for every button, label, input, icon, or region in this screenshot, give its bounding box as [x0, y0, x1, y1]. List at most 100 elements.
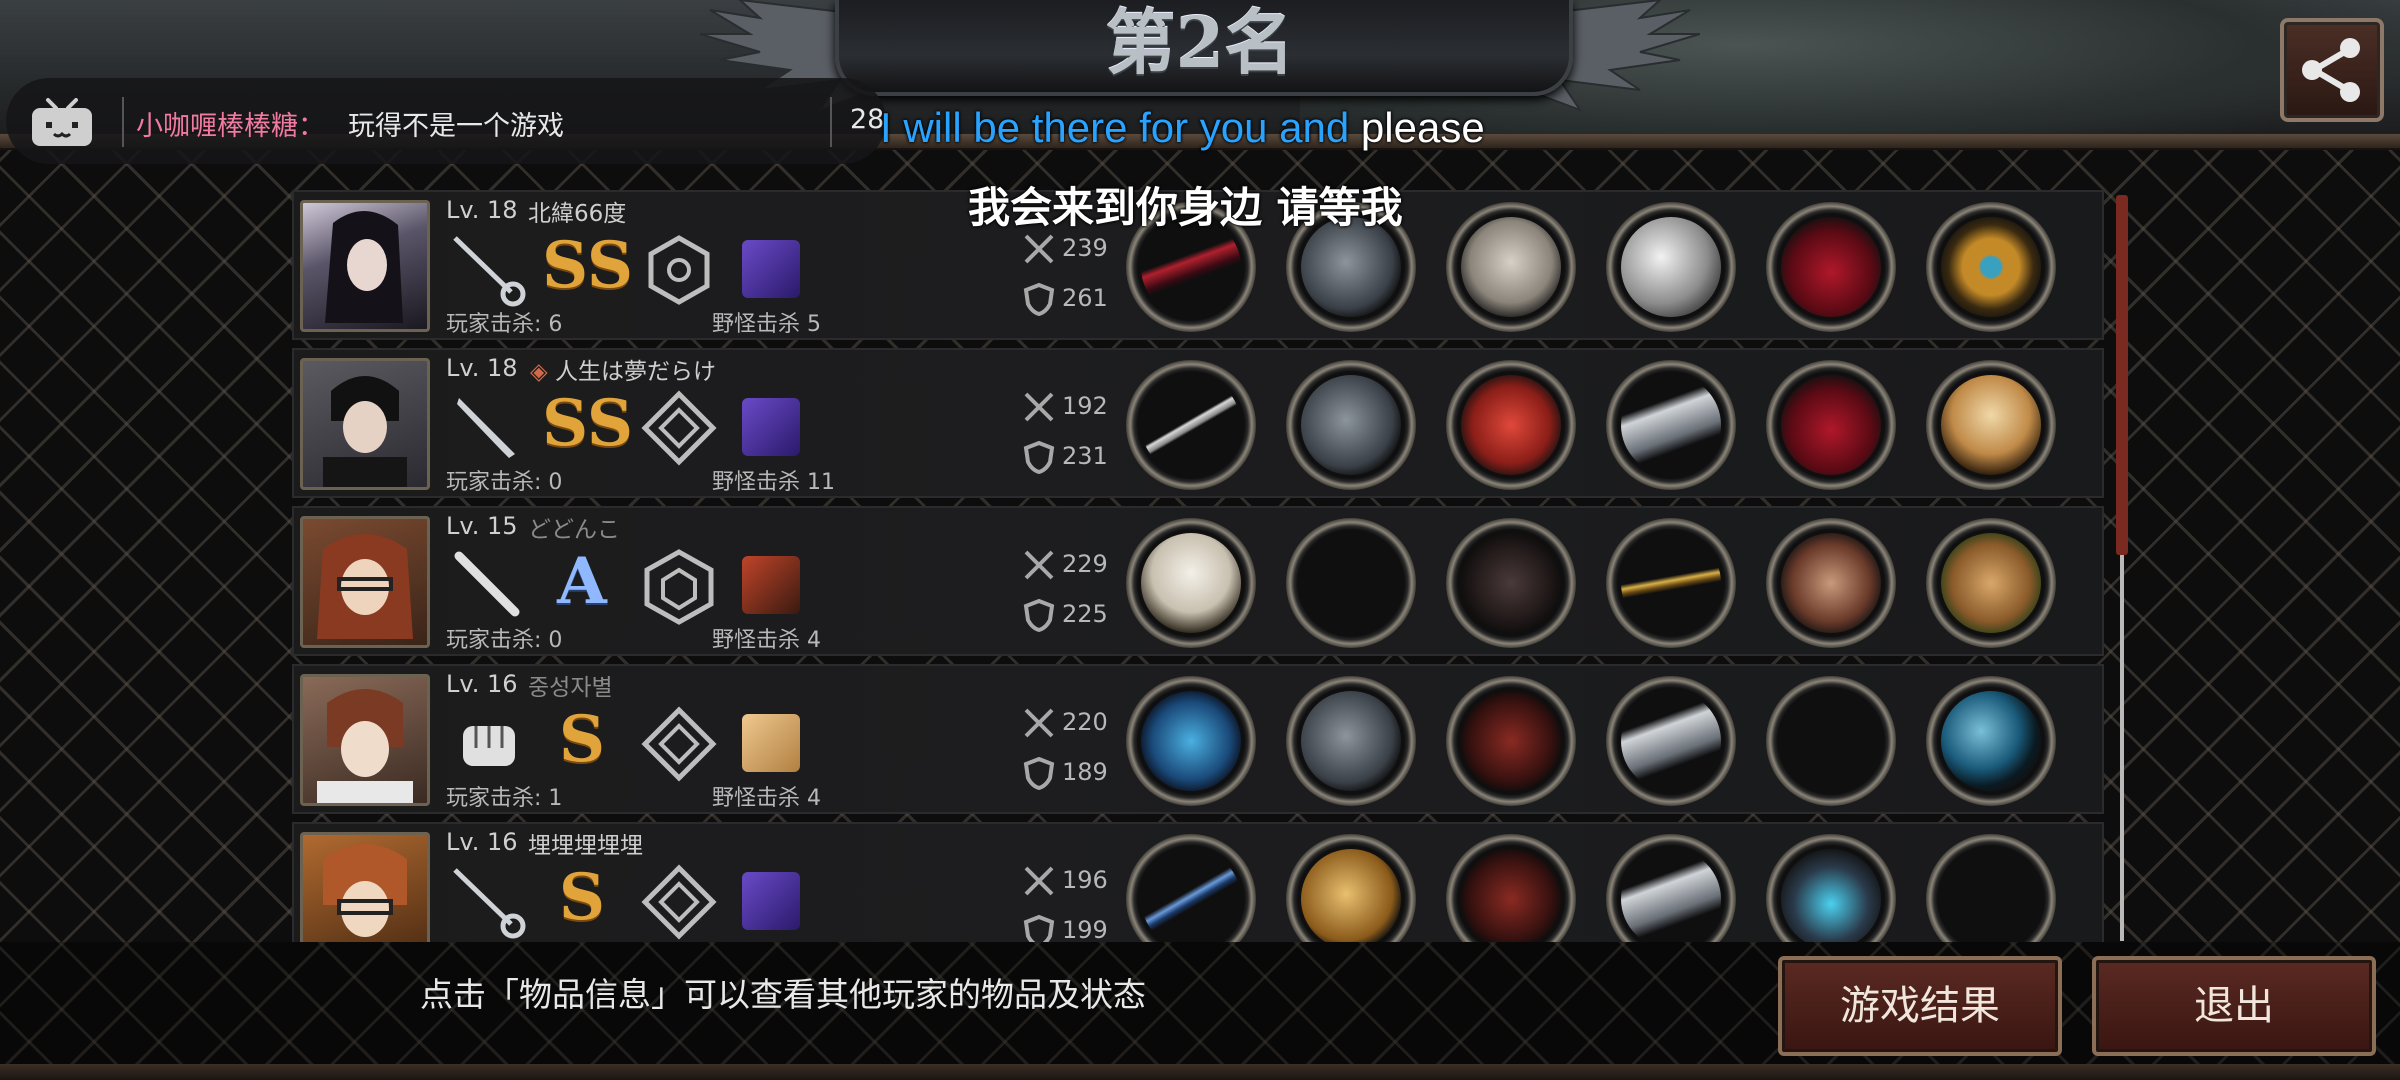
red-armor-item [1461, 849, 1561, 942]
item-slot[interactable] [1286, 360, 1416, 490]
rank-badge-icon: ◈ [530, 359, 555, 385]
item-slot[interactable] [1606, 202, 1736, 332]
crossed-swords-icon [1024, 550, 1054, 580]
item-slot[interactable] [1926, 676, 2056, 806]
item-slot[interactable] [1606, 360, 1736, 490]
trident-item [1141, 849, 1241, 942]
monster-kills: 野怪击杀 11 [712, 470, 835, 495]
bat-icon [454, 551, 520, 617]
player-row[interactable]: Lv. 15 どどんこ A 玩家击杀: 0 野怪击杀 4 229 225 [292, 506, 2104, 656]
red-armor-item [1461, 691, 1561, 791]
item-slot[interactable] [1126, 676, 1256, 806]
hand-fan-item [1941, 375, 2041, 475]
item-slot[interactable] [1766, 360, 1896, 490]
player-row[interactable]: Lv. 16 埋埋埋埋埋 S 196 199 [292, 822, 2104, 942]
rank-title: 第2名 [1105, 1, 1295, 84]
katana-item [1141, 375, 1241, 475]
danmaku-message: 玩得不是一个游戏 [348, 111, 564, 142]
item-slot[interactable] [1926, 518, 2056, 648]
share-button[interactable] [2280, 18, 2384, 122]
red-heels-item [1781, 375, 1881, 475]
crossed-swords-icon [1024, 708, 1054, 738]
monster-icon [742, 398, 800, 456]
attack-stat: 229 [1062, 550, 1108, 578]
player-list[interactable]: Lv. 18 北緯66度 SS 玩家击杀: 6 野怪击杀 5 239 261 L… [292, 190, 2104, 942]
game-result-button[interactable]: 游戏结果 [1778, 956, 2062, 1056]
gold-earrings-item [1941, 217, 2041, 317]
item-slot[interactable] [1446, 676, 1576, 806]
danmaku-divider [122, 97, 124, 147]
item-slot[interactable] [1446, 202, 1576, 332]
knight-helmet-item [1301, 375, 1401, 475]
item-slot[interactable] [1286, 676, 1416, 806]
crossed-swords-icon [1024, 234, 1054, 264]
steel-bracer-item [1621, 375, 1721, 475]
item-slot[interactable] [1606, 834, 1736, 942]
monster-icon [742, 714, 800, 772]
red-jacket-item [1461, 375, 1561, 475]
player-grade: SS [542, 386, 634, 461]
shield-icon [1023, 914, 1055, 942]
item-slot[interactable] [1126, 360, 1256, 490]
golden-whip-item [1621, 533, 1721, 633]
monster-kills: 野怪击杀 4 [712, 628, 821, 653]
monster-icon [742, 556, 800, 614]
player-avatar [300, 674, 430, 806]
player-kills: 玩家击杀: 1 [446, 786, 563, 811]
share-icon [2302, 38, 2360, 102]
item-slot[interactable] [1766, 518, 1896, 648]
item-slot[interactable] [1446, 834, 1576, 942]
shield-icon [1023, 440, 1055, 474]
item-slot[interactable] [1606, 518, 1736, 648]
item-slot-empty[interactable] [1286, 518, 1416, 648]
player-avatar [300, 516, 430, 648]
subtitle-english-highlight: I will be there for you and [880, 104, 1350, 151]
exit-button[interactable]: 退出 [2092, 956, 2376, 1056]
item-slot[interactable] [1286, 834, 1416, 942]
player-name: 埋埋埋埋埋 [528, 833, 643, 859]
subtitle-english: I will be there for you and please [880, 104, 1485, 152]
monster-kills: 野怪击杀 5 [712, 312, 821, 337]
player-row[interactable]: Lv. 16 중성자별 S 玩家击杀: 1 野怪击杀 4 220 189 [292, 664, 2104, 814]
player-level: Lv. 18 [446, 354, 518, 382]
player-grade: S [558, 860, 606, 935]
tip-text: 点击「物品信息」可以查看其他玩家的物品及状态 [420, 975, 1146, 1014]
defense-stat: 225 [1062, 600, 1108, 628]
rapier-icon [453, 236, 526, 307]
player-name: 北緯66度 [528, 201, 627, 227]
monster-kills: 野怪击杀 4 [712, 786, 821, 811]
gold-helmet-item [1301, 849, 1401, 942]
scrollbar-thumb[interactable] [2116, 195, 2128, 555]
team-emblem-icon [648, 235, 710, 305]
shield-icon [1023, 598, 1055, 632]
item-slot[interactable] [1766, 834, 1896, 942]
item-slot[interactable] [1926, 202, 2056, 332]
player-avatar [300, 200, 430, 332]
water-blade-item [1141, 691, 1241, 791]
bilibili-tv-icon[interactable] [28, 98, 96, 148]
item-slot[interactable] [1126, 518, 1256, 648]
item-slot-empty[interactable] [1926, 834, 2056, 942]
item-slot[interactable] [1446, 360, 1576, 490]
danmaku-username: 小咖喱棒棒糖： [136, 111, 325, 142]
silver-disc-item [1621, 217, 1721, 317]
player-row[interactable]: Lv. 18 ◈ 人生は夢だらけ SS 玩家击杀: 0 野怪击杀 11 192 … [292, 348, 2104, 498]
item-slot[interactable] [1766, 202, 1896, 332]
player-avatar [300, 358, 430, 490]
item-slot[interactable] [1926, 360, 2056, 490]
attack-stat: 192 [1062, 392, 1108, 420]
monster-icon [742, 872, 800, 930]
team-emblem-icon [641, 390, 717, 466]
player-name-with-badge: ◈ 人生は夢だらけ [530, 359, 716, 385]
item-slot[interactable] [1606, 676, 1736, 806]
player-kills: 玩家击杀: 6 [446, 312, 563, 337]
knife-icon [457, 398, 515, 458]
player-level: Lv. 15 [446, 512, 518, 540]
item-slot[interactable] [1126, 834, 1256, 942]
item-slot-empty[interactable] [1766, 676, 1896, 806]
knight-helmet-item [1301, 691, 1401, 791]
item-slot[interactable] [1446, 518, 1576, 648]
player-name: 중성자별 [528, 675, 613, 701]
player-level: Lv. 16 [446, 670, 518, 698]
gauntlet-item [1781, 533, 1881, 633]
